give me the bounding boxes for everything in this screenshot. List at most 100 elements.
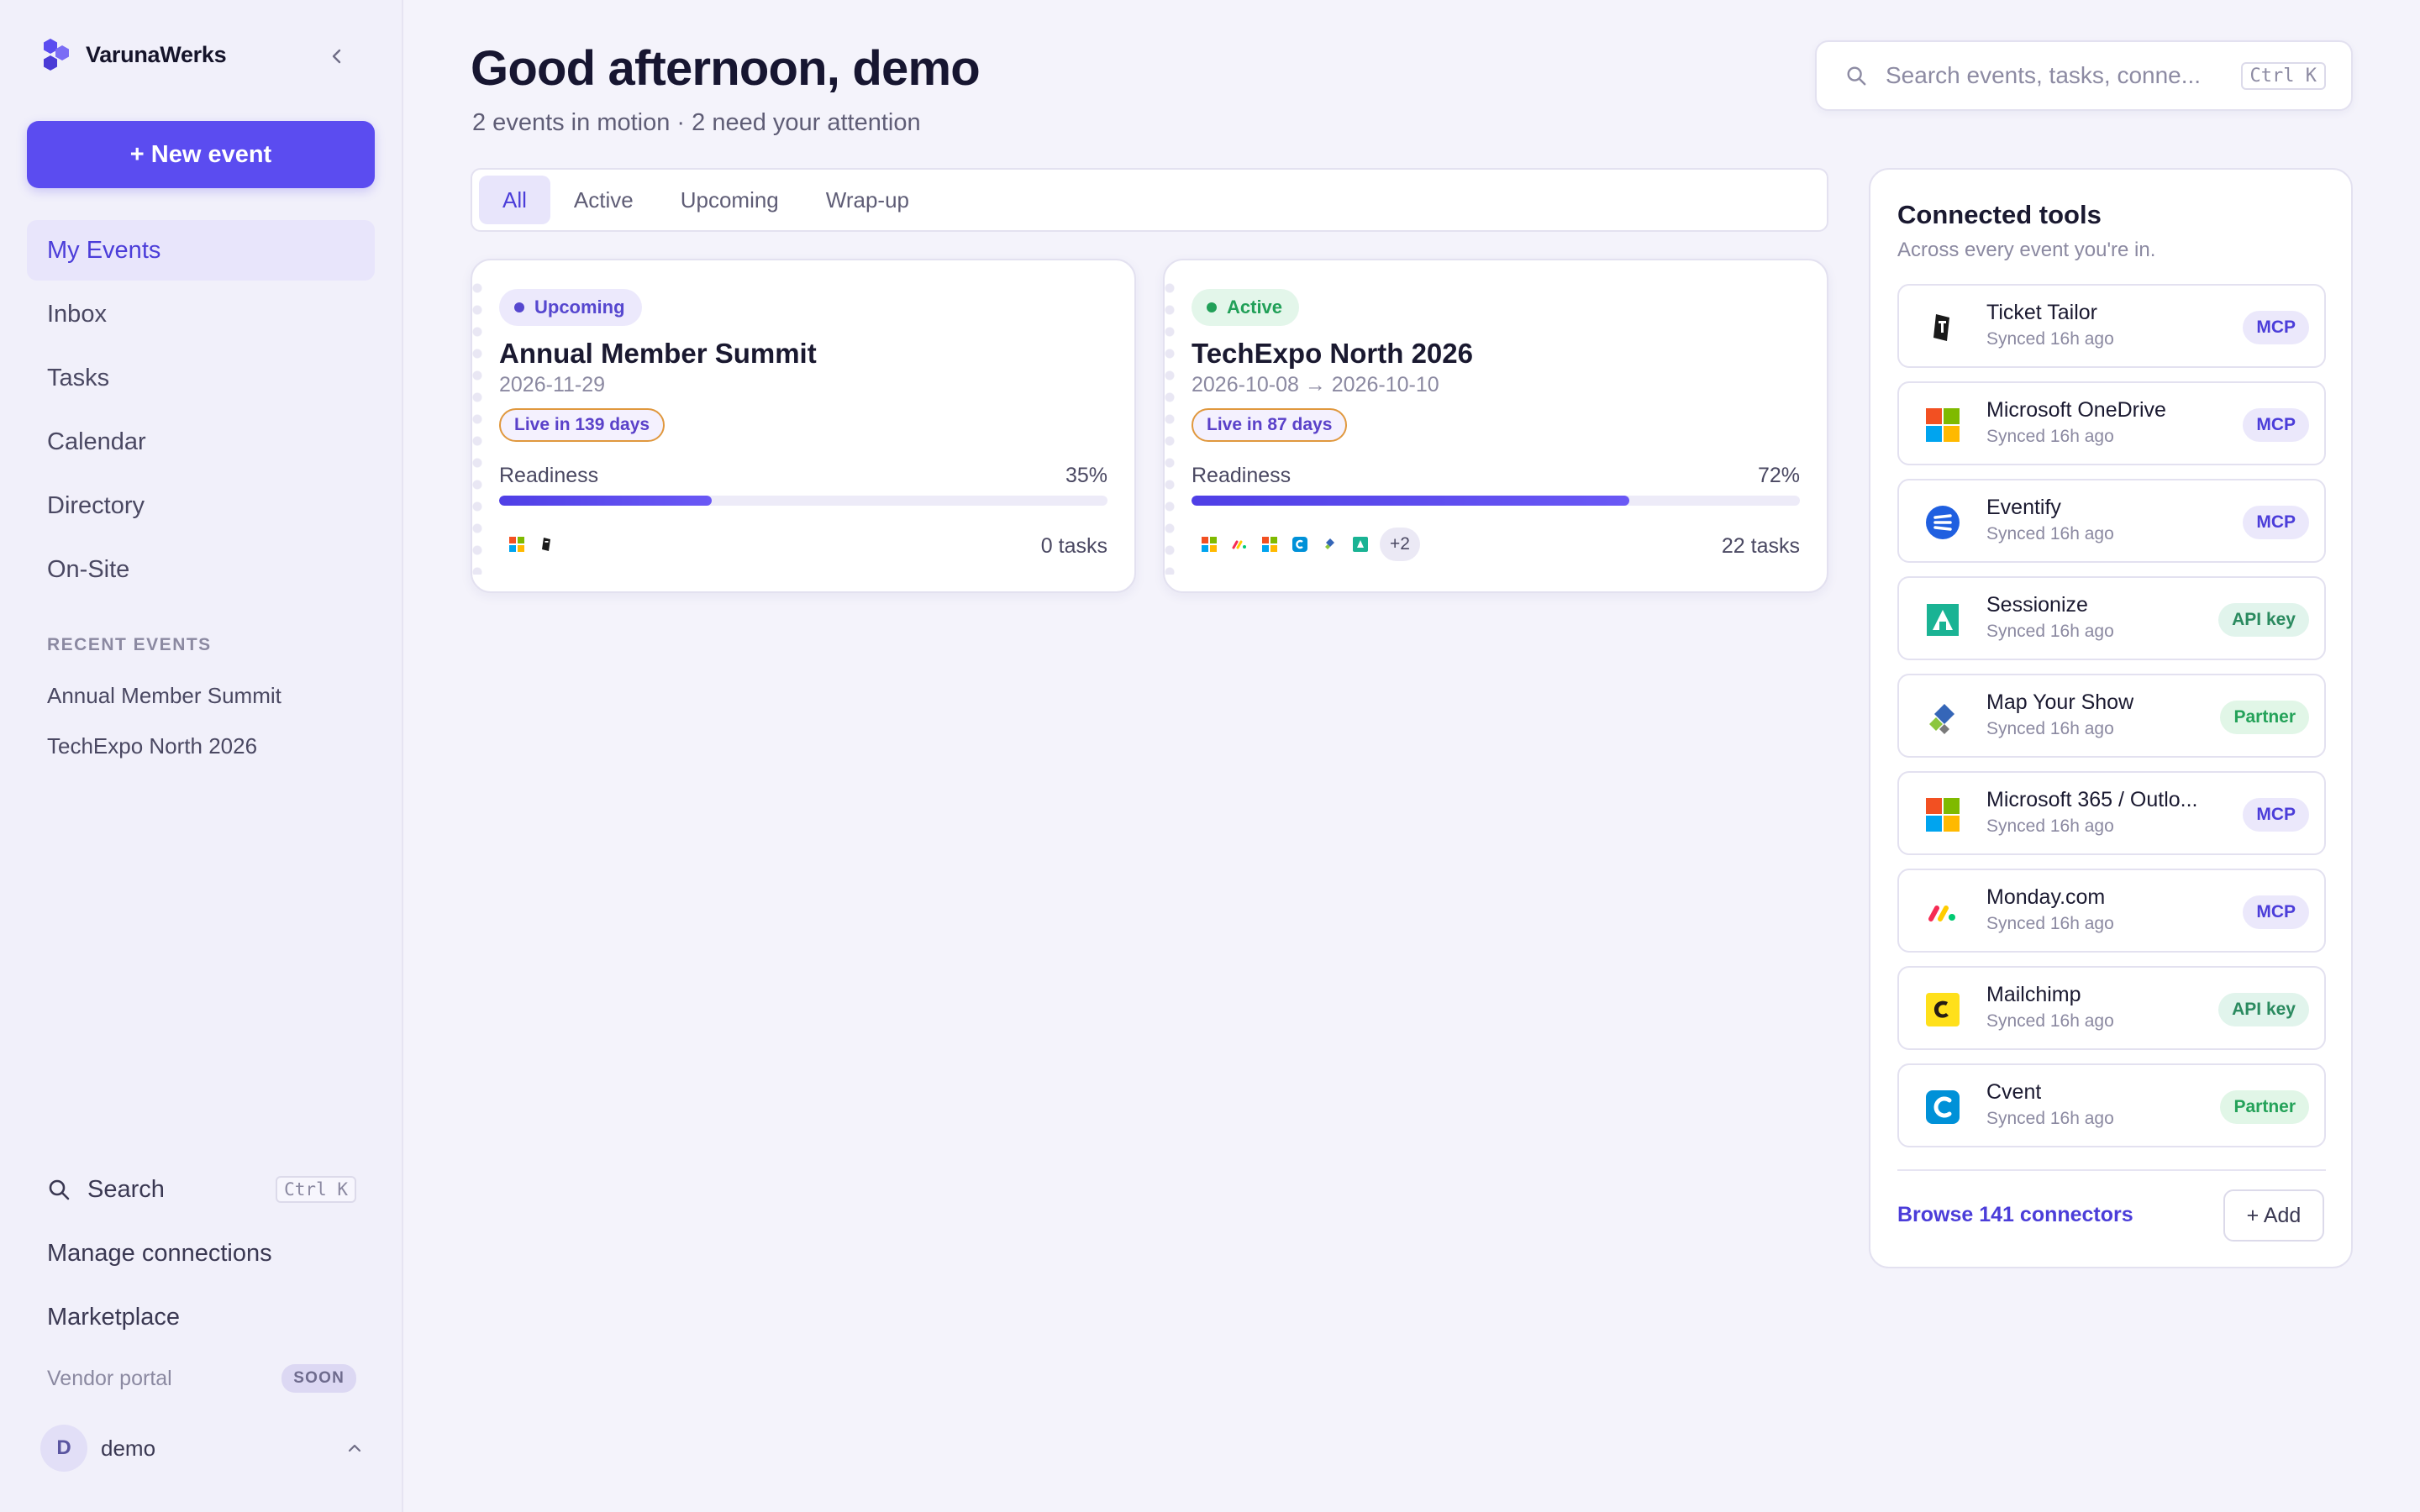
tool-name: Monday.com [1986, 885, 2106, 909]
countdown-badge: Live in 139 days [499, 408, 666, 442]
map-your-show-icon [1929, 704, 1954, 734]
tool-list: Ticket Tailor Synced 16h ago MCP Microso… [1897, 284, 2326, 1161]
user-name: demo [101, 1435, 156, 1461]
countdown-badge: Live in 87 days [1192, 408, 1348, 442]
connected-tool-icons: +2 [1202, 526, 1420, 563]
brand[interactable]: VarunaWerks [39, 37, 227, 72]
tool-name: Cvent [1986, 1080, 2042, 1104]
tool-sync-status: Synced 16h ago [1986, 329, 2114, 349]
tool-item[interactable]: Sessionize Synced 16h ago API key [1897, 576, 2326, 660]
recent-events-heading: RECENT EVENTS [47, 635, 212, 654]
microsoft-365-icon [1262, 537, 1277, 552]
tool-sync-status: Synced 16h ago [1986, 914, 2114, 933]
tab-upcoming[interactable]: Upcoming [657, 176, 802, 224]
readiness-label: Readiness [1192, 464, 1292, 487]
search-icon [49, 1179, 70, 1200]
tool-sync-status: Synced 16h ago [1986, 427, 2114, 446]
nav-item-directory[interactable]: Directory [27, 475, 375, 536]
sidebar-search-label: Search [87, 1175, 165, 1203]
event-card[interactable]: Upcoming Annual Member Summit 2026-11-29… [471, 259, 1136, 593]
connection-type-badge: Partner [2220, 1090, 2309, 1124]
microsoft-icon [1926, 408, 1960, 442]
sessionize-icon [1353, 537, 1368, 552]
tool-item[interactable]: Microsoft 365 / Outlo... Synced 16h ago … [1897, 771, 2326, 855]
collapse-sidebar-button[interactable] [323, 42, 351, 71]
event-date: 2026-10-08 → 2026-10-10 [1192, 373, 1439, 396]
connection-type-badge: MCP [2243, 311, 2309, 344]
monday-icon [1232, 540, 1246, 549]
browse-connectors-link[interactable]: Browse 141 connectors [1897, 1203, 2133, 1227]
soon-badge: SOON [281, 1364, 356, 1393]
more-tools-badge: +2 [1380, 528, 1420, 561]
cvent-icon [1926, 1090, 1960, 1124]
connection-type-badge: MCP [2243, 798, 2309, 832]
tool-name: Microsoft 365 / Outlo... [1986, 788, 2198, 811]
cvent-icon [1292, 537, 1307, 552]
tool-sync-status: Synced 16h ago [1986, 524, 2114, 543]
nav-item-my-events[interactable]: My Events [27, 220, 375, 281]
user-menu[interactable]: D demo [40, 1423, 368, 1473]
nav-item-on-site[interactable]: On-Site [27, 539, 375, 600]
tab-wrap-up[interactable]: Wrap-up [802, 176, 933, 224]
manage-connections-link[interactable]: Manage connections [27, 1221, 375, 1285]
connection-type-badge: Partner [2220, 701, 2309, 734]
nav-item-inbox[interactable]: Inbox [27, 284, 375, 344]
tab-all[interactable]: All [479, 176, 550, 224]
tool-sync-status: Synced 16h ago [1986, 816, 2114, 836]
mailchimp-icon [1926, 993, 1960, 1026]
marketplace-link[interactable]: Marketplace [27, 1285, 375, 1349]
add-connector-button[interactable]: + Add [2223, 1189, 2324, 1242]
event-card[interactable]: Active TechExpo North 2026 2026-10-08 → … [1163, 259, 1828, 593]
main-nav: My Events Inbox Tasks Calendar Directory… [27, 220, 375, 603]
recent-event-link[interactable]: Annual Member Summit [47, 670, 281, 721]
tab-active[interactable]: Active [550, 176, 657, 224]
tool-sync-status: Synced 16h ago [1986, 1011, 2114, 1031]
recent-event-link[interactable]: TechExpo North 2026 [47, 721, 281, 771]
search-icon [1847, 66, 1866, 86]
panel-title: Connected tools [1897, 200, 2102, 229]
microsoft-icon [509, 537, 524, 552]
tool-name: Map Your Show [1986, 690, 2134, 714]
readiness-bar-fill [1192, 496, 1630, 506]
tool-name: Eventify [1986, 496, 2061, 519]
tool-name: Sessionize [1986, 593, 2088, 617]
sidebar: VarunaWerks + New event My Events Inbox … [0, 0, 403, 1512]
sessionize-icon [1927, 604, 1959, 636]
connected-tool-icons [509, 526, 555, 563]
nav-item-calendar[interactable]: Calendar [27, 412, 375, 472]
tool-item[interactable]: Cvent Synced 16h ago Partner [1897, 1063, 2326, 1147]
connection-type-badge: MCP [2243, 895, 2309, 929]
tool-name: Ticket Tailor [1986, 301, 2097, 324]
divider [1897, 1169, 2326, 1171]
global-search-input[interactable]: Search events, tasks, conne... Ctrl K [1815, 40, 2353, 111]
microsoft-icon [1202, 537, 1217, 552]
tool-sync-status: Synced 16h ago [1986, 622, 2114, 641]
connection-type-badge: API key [2218, 993, 2309, 1026]
avatar: D [40, 1425, 87, 1472]
readiness-label: Readiness [499, 464, 599, 487]
new-event-button[interactable]: + New event [27, 121, 375, 188]
tool-item[interactable]: Monday.com Synced 16h ago MCP [1897, 869, 2326, 953]
sidebar-search-button[interactable]: Search Ctrl K [27, 1158, 375, 1221]
task-count: 0 tasks [1040, 534, 1107, 558]
search-shortcut-hint: Ctrl K [2240, 61, 2326, 90]
eventify-icon [1926, 506, 1960, 539]
logo-icon [44, 39, 69, 71]
sidebar-footer-nav: Search Ctrl K Manage connections Marketp… [27, 1158, 375, 1408]
tool-item[interactable]: Eventify Synced 16h ago MCP [1897, 479, 2326, 563]
page-subtitle: 2 events in motion · 2 need your attenti… [472, 109, 921, 136]
connection-type-badge: MCP [2243, 506, 2309, 539]
event-date: 2026-11-29 [499, 373, 606, 396]
map-your-show-icon [1325, 538, 1334, 549]
tool-item[interactable]: Map Your Show Synced 16h ago Partner [1897, 674, 2326, 758]
nav-item-tasks[interactable]: Tasks [27, 348, 375, 408]
status-badge: Active [1192, 289, 1300, 326]
vendor-portal-item: Vendor portal SOON [27, 1349, 375, 1408]
readiness-percent: 35% [1065, 464, 1107, 487]
tool-item[interactable]: Microsoft OneDrive Synced 16h ago MCP [1897, 381, 2326, 465]
recent-events-list: Annual Member Summit TechExpo North 2026 [47, 670, 281, 771]
tool-item[interactable]: Mailchimp Synced 16h ago API key [1897, 966, 2326, 1050]
tool-sync-status: Synced 16h ago [1986, 1109, 2114, 1128]
connection-type-badge: API key [2218, 603, 2309, 637]
tool-item[interactable]: Ticket Tailor Synced 16h ago MCP [1897, 284, 2326, 368]
